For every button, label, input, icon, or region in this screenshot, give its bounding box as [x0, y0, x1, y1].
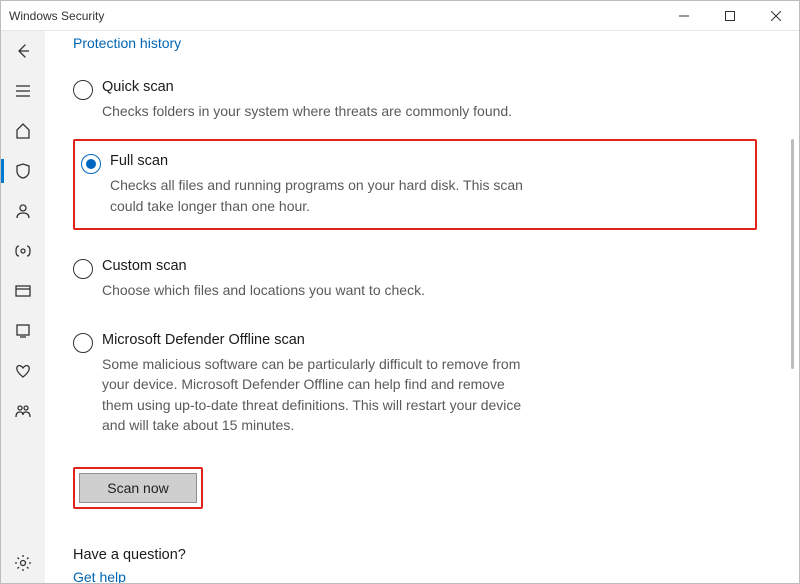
firewall-icon: [14, 242, 32, 260]
option-quick-scan[interactable]: Quick scan Checks folders in your system…: [73, 73, 535, 125]
option-offline-scan[interactable]: Microsoft Defender Offline scan Some mal…: [73, 326, 535, 439]
close-button[interactable]: [753, 1, 799, 31]
sidebar: [1, 31, 45, 583]
minimize-icon: [679, 11, 689, 21]
titlebar: Windows Security: [1, 1, 799, 31]
option-desc: Choose which files and locations you wan…: [102, 280, 535, 300]
highlight-full-scan: Full scan Checks all files and running p…: [73, 139, 757, 230]
sidebar-firewall[interactable]: [1, 231, 45, 271]
option-full-scan[interactable]: Full scan Checks all files and running p…: [81, 147, 543, 220]
sidebar-device-performance[interactable]: [1, 351, 45, 391]
shield-icon: [14, 162, 32, 180]
sidebar-virus-protection[interactable]: [1, 151, 45, 191]
account-icon: [14, 202, 32, 220]
back-button[interactable]: [1, 31, 45, 71]
sidebar-account-protection[interactable]: [1, 191, 45, 231]
option-custom-scan[interactable]: Custom scan Choose which files and locat…: [73, 252, 535, 304]
sidebar-app-browser[interactable]: [1, 271, 45, 311]
option-desc: Checks all files and running programs on…: [110, 175, 543, 216]
scan-now-button[interactable]: Scan now: [79, 473, 197, 503]
radio-custom-scan[interactable]: [73, 259, 93, 279]
close-icon: [771, 11, 781, 21]
home-icon: [14, 122, 32, 140]
sidebar-family[interactable]: [1, 391, 45, 431]
option-desc: Some malicious software can be particula…: [102, 354, 535, 435]
question-section: Have a question? Get help: [73, 547, 757, 583]
family-icon: [14, 402, 32, 420]
menu-icon: [14, 82, 32, 100]
main-content: Protection history Quick scan Checks fol…: [45, 31, 785, 583]
question-title: Have a question?: [73, 547, 757, 563]
scrollbar[interactable]: [786, 31, 798, 583]
scrollbar-thumb[interactable]: [791, 139, 794, 369]
settings-icon: [14, 554, 32, 572]
sidebar-device-security[interactable]: [1, 311, 45, 351]
back-icon: [14, 42, 32, 60]
protection-history-link[interactable]: Protection history: [73, 31, 757, 51]
radio-full-scan[interactable]: [81, 154, 101, 174]
option-title: Custom scan: [102, 258, 535, 274]
device-security-icon: [14, 322, 32, 340]
option-title: Quick scan: [102, 79, 535, 95]
menu-button[interactable]: [1, 71, 45, 111]
maximize-button[interactable]: [707, 1, 753, 31]
highlight-scan-button: Scan now: [73, 467, 203, 509]
maximize-icon: [725, 11, 735, 21]
option-title: Microsoft Defender Offline scan: [102, 332, 535, 348]
radio-quick-scan[interactable]: [73, 80, 93, 100]
window-title: Windows Security: [9, 9, 104, 23]
radio-offline-scan[interactable]: [73, 333, 93, 353]
sidebar-settings[interactable]: [1, 543, 45, 583]
heart-icon: [14, 362, 32, 380]
option-desc: Checks folders in your system where thre…: [102, 101, 535, 121]
minimize-button[interactable]: [661, 1, 707, 31]
option-title: Full scan: [110, 153, 543, 169]
sidebar-home[interactable]: [1, 111, 45, 151]
get-help-link[interactable]: Get help: [73, 569, 757, 583]
app-browser-icon: [14, 282, 32, 300]
